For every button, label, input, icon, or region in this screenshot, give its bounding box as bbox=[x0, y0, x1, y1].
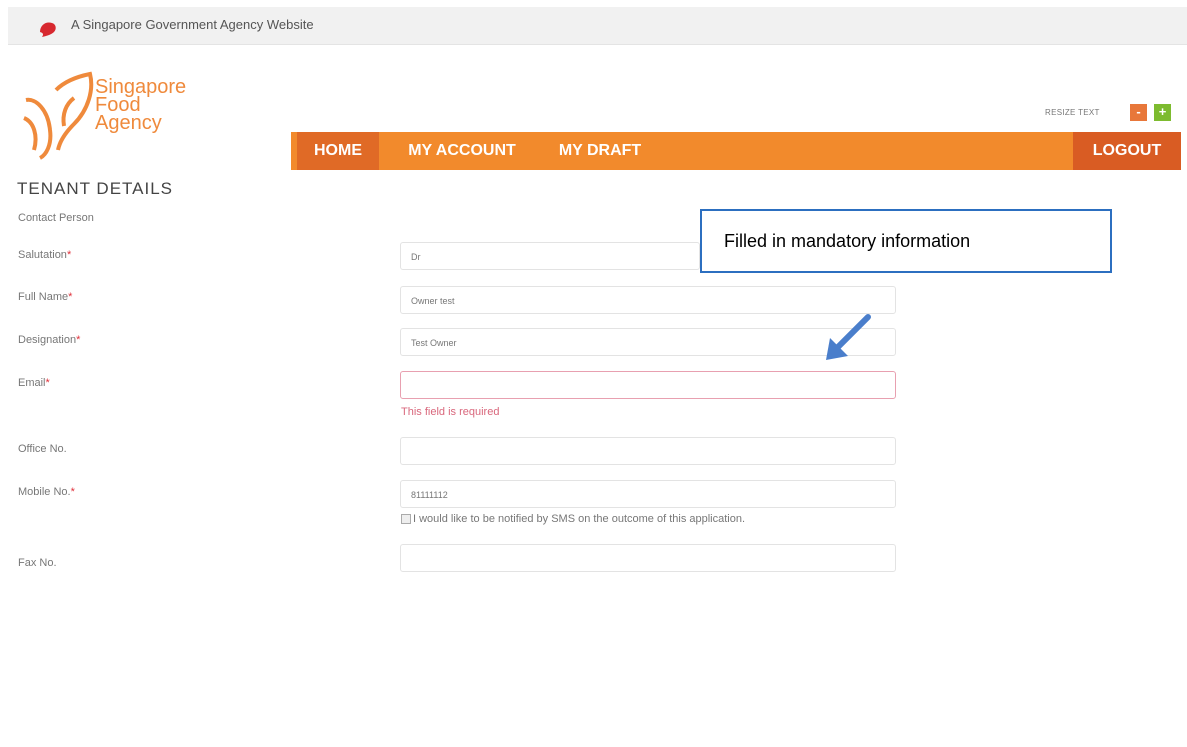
resize-text-label: RESIZE TEXT bbox=[1045, 108, 1100, 117]
email-error: This field is required bbox=[401, 406, 500, 418]
annotation-arrow-icon bbox=[826, 314, 871, 360]
logout-button[interactable]: LOGOUT bbox=[1073, 132, 1181, 170]
fax-no-input[interactable] bbox=[400, 544, 896, 572]
gov-banner-text: A Singapore Government Agency Website bbox=[71, 17, 314, 32]
designation-label: Designation* bbox=[18, 334, 81, 346]
mobile-no-label: Mobile No.* bbox=[18, 486, 75, 498]
sms-notify-checkbox[interactable] bbox=[401, 514, 411, 524]
fax-no-label: Fax No. bbox=[18, 557, 57, 569]
full-name-label: Full Name* bbox=[18, 291, 73, 303]
salutation-select[interactable]: Dr bbox=[400, 242, 700, 270]
annotation-callout: Filled in mandatory information bbox=[700, 209, 1112, 273]
gov-banner: A Singapore Government Agency Website bbox=[8, 7, 1187, 45]
nav-home[interactable]: HOME bbox=[297, 132, 379, 170]
office-no-input[interactable] bbox=[400, 437, 896, 465]
annotation-text: Filled in mandatory information bbox=[724, 231, 971, 251]
nav-my-account[interactable]: MY ACCOUNT bbox=[397, 132, 527, 170]
sms-notify-label: I would like to be notified by SMS on th… bbox=[413, 513, 746, 525]
nav-my-draft[interactable]: MY DRAFT bbox=[550, 132, 650, 170]
main-nav: HOME MY ACCOUNT MY DRAFT LOGOUT bbox=[291, 132, 1181, 170]
section-title: TENANT DETAILS bbox=[17, 179, 174, 194]
email-label: Email* bbox=[18, 377, 50, 389]
mobile-no-input[interactable]: 81111112 bbox=[400, 480, 896, 508]
salutation-label: Salutation* bbox=[18, 249, 72, 261]
office-no-label: Office No. bbox=[18, 443, 67, 455]
decrease-text-button[interactable]: - bbox=[1130, 104, 1147, 121]
lion-head-icon bbox=[40, 22, 56, 37]
logo-line-3: Agency bbox=[95, 112, 162, 134]
sfa-logo-text: Singapore Food Agency bbox=[95, 77, 186, 134]
email-input[interactable] bbox=[400, 371, 896, 399]
section-subtitle: Contact Person bbox=[18, 212, 94, 224]
full-name-input[interactable]: Owner test bbox=[400, 286, 896, 314]
increase-text-button[interactable]: + bbox=[1154, 104, 1171, 121]
